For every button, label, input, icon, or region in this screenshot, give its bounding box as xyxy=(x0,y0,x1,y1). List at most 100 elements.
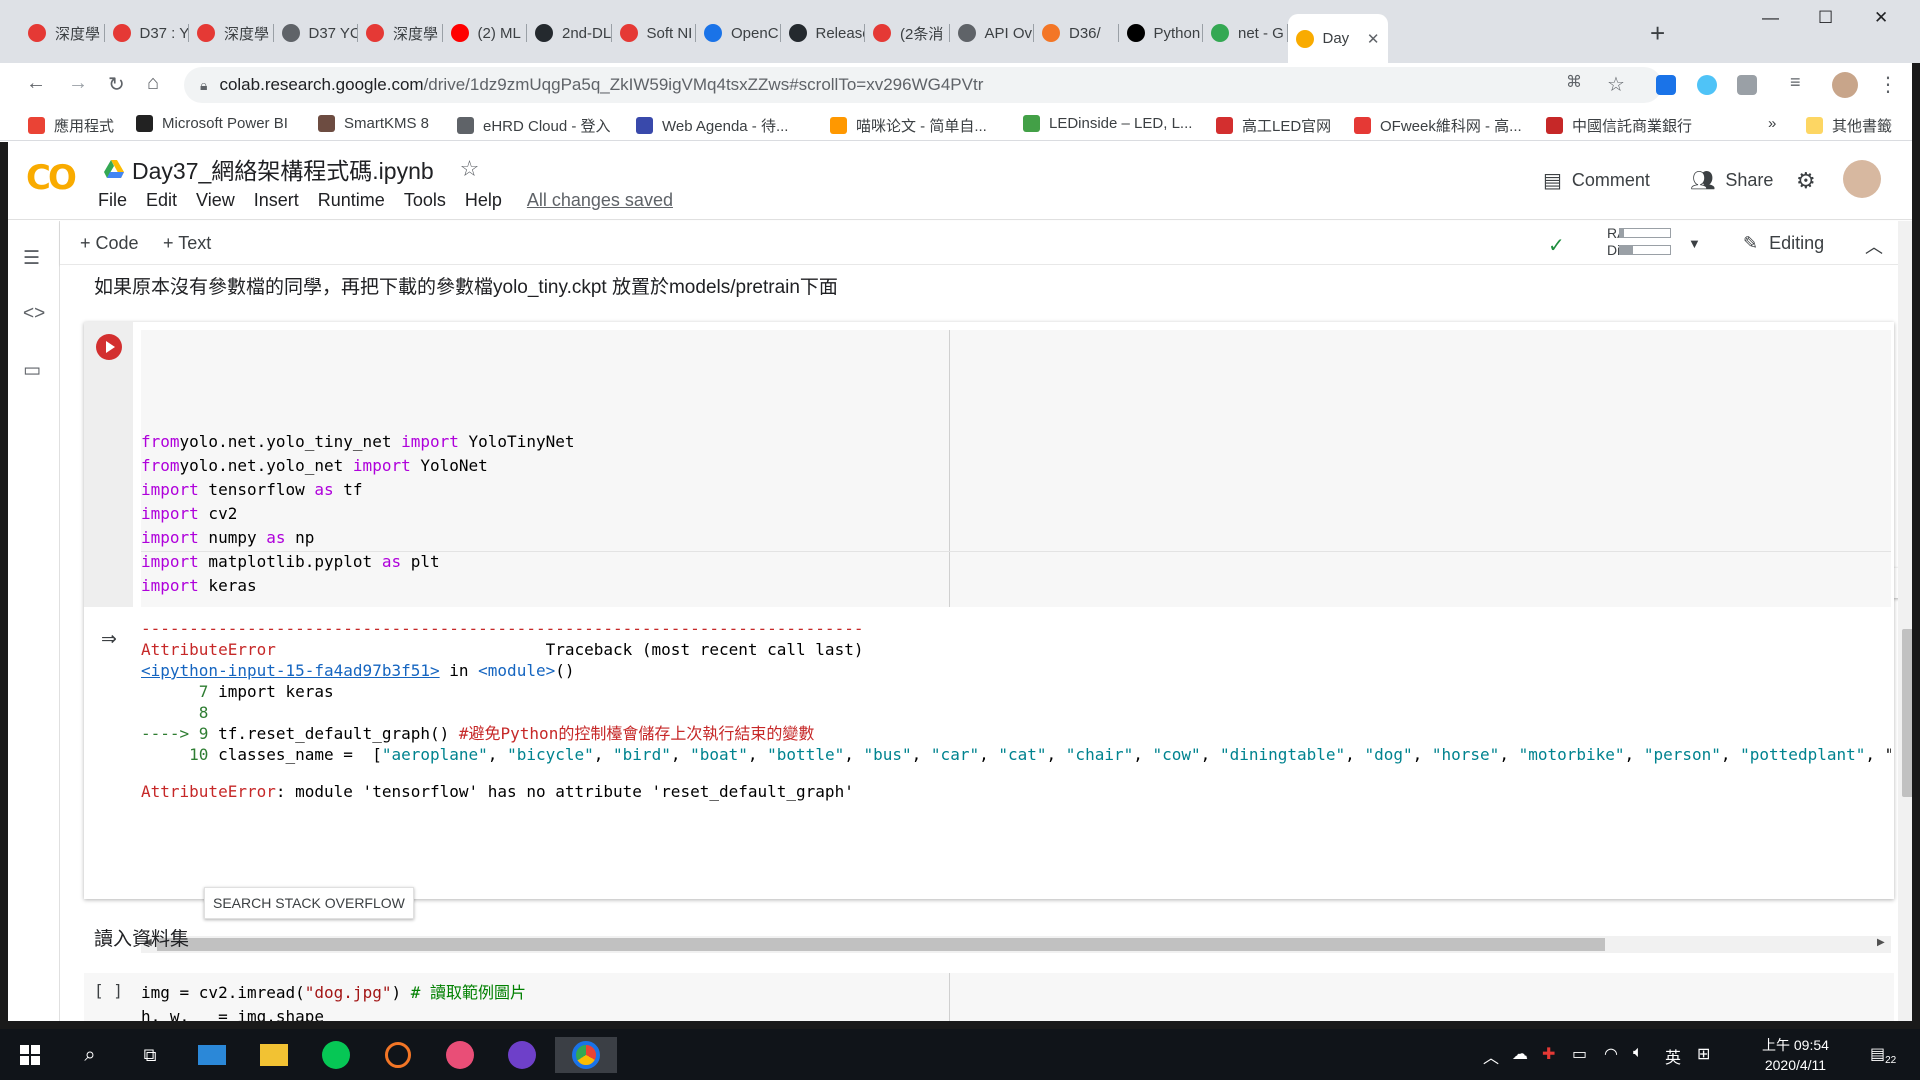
reload-icon[interactable]: ↻ xyxy=(108,72,125,97)
menu-file[interactable]: File xyxy=(98,190,127,211)
translate-icon[interactable]: ⌘ xyxy=(1566,72,1582,92)
output-redirect-icon[interactable]: ⇒ xyxy=(101,628,117,651)
add-text-button[interactable]: + Text xyxy=(163,233,211,254)
ime-indicator[interactable]: 英 xyxy=(1665,1044,1681,1068)
bookmark-item[interactable]: LEDinside – LED, L... xyxy=(1023,115,1192,132)
editing-mode-button[interactable]: ✎ Editing xyxy=(1743,233,1824,254)
output-horizontal-scrollbar[interactable]: ◀ ▶ xyxy=(141,936,1891,953)
browser-tab[interactable]: 深度學 xyxy=(358,16,443,50)
close-tab-icon[interactable]: ✕ xyxy=(1361,30,1380,48)
bookmark-star-icon[interactable]: ☆ xyxy=(1607,72,1625,97)
code-cell[interactable]: fromyolo.net.yolo_tiny_net import YoloTi… xyxy=(84,322,1894,953)
save-status-link[interactable]: All changes saved xyxy=(527,190,673,211)
battery-icon[interactable]: ▭ xyxy=(1572,1044,1587,1064)
reading-list-icon[interactable]: ≡ xyxy=(1790,72,1801,93)
run-cell-button[interactable] xyxy=(96,334,122,360)
browser-tab[interactable]: D36/ xyxy=(1034,16,1119,50)
maximize-icon[interactable]: ☐ xyxy=(1818,8,1833,28)
bookmark-item[interactable]: 喵咪论文 - 简单自... xyxy=(830,115,987,136)
menu-runtime[interactable]: Runtime xyxy=(318,190,385,211)
markdown-cell-top[interactable]: 如果原本沒有參數檔的同學，再把下載的參數檔yolo_tiny.ckpt 放置於m… xyxy=(94,272,838,299)
colab-logo[interactable]: CO xyxy=(26,158,77,198)
new-tab-button[interactable]: + xyxy=(1650,18,1665,49)
browser-tab[interactable]: D37 YC xyxy=(274,16,358,50)
drive-ext-icon[interactable] xyxy=(1737,75,1757,95)
browser-tab[interactable]: API Ov xyxy=(950,16,1034,50)
scroll-right-icon[interactable]: ▶ xyxy=(1877,937,1885,948)
bookmark-item[interactable]: 中國信託商業銀行 xyxy=(1546,115,1692,136)
code-snippets-icon[interactable]: <> xyxy=(23,303,45,325)
itunes-icon[interactable] xyxy=(442,1037,478,1073)
profile-avatar[interactable] xyxy=(1832,72,1858,98)
menu-view[interactable]: View xyxy=(196,190,235,211)
menu-tools[interactable]: Tools xyxy=(404,190,446,211)
extension-icon[interactable] xyxy=(1656,75,1676,95)
line-icon[interactable] xyxy=(318,1037,354,1073)
task-view-icon[interactable]: ⧉ xyxy=(132,1037,168,1073)
browser-tab[interactable]: (2) ML xyxy=(443,16,527,50)
minimize-icon[interactable]: — xyxy=(1762,8,1779,28)
browser-tab[interactable]: Release xyxy=(781,16,865,50)
cell-exec-bracket[interactable]: [ ] xyxy=(94,981,123,1000)
forward-icon[interactable]: → xyxy=(68,72,88,95)
browser-tab[interactable]: D37 : Y xyxy=(105,16,189,50)
collapse-header-icon[interactable]: ︿ xyxy=(1865,233,1883,259)
star-icon[interactable]: ☆ xyxy=(460,156,480,182)
comment-button[interactable]: ▤ Comment xyxy=(1543,168,1650,193)
bookmark-item[interactable]: 應用程式 xyxy=(28,115,114,136)
markdown-cell-bottom[interactable]: 讀入資料集 xyxy=(94,924,189,951)
file-explorer-icon[interactable] xyxy=(256,1037,292,1073)
bookmarks-more[interactable]: » xyxy=(1768,115,1776,132)
search-icon[interactable]: ⌕ xyxy=(72,1037,108,1073)
browser-tab[interactable]: 深度學 xyxy=(189,16,274,50)
files-folder-icon[interactable]: ▭ xyxy=(23,359,41,382)
browser-tab[interactable]: Soft NI xyxy=(612,16,696,50)
scrollbar-thumb[interactable] xyxy=(157,938,1605,951)
wifi-icon[interactable]: ◠ xyxy=(1604,1044,1618,1064)
menu-edit[interactable]: Edit xyxy=(146,190,177,211)
github-desktop-icon[interactable] xyxy=(504,1037,540,1073)
other-bookmarks[interactable]: 其他書籤 xyxy=(1806,115,1892,136)
back-icon[interactable]: ← xyxy=(26,72,46,95)
menu-insert[interactable]: Insert xyxy=(254,190,299,211)
address-bar[interactable]: 🔒︎ colab.research.google.com/drive/1dz9z… xyxy=(184,67,1662,103)
jupyter-icon[interactable] xyxy=(380,1037,416,1073)
runtime-dropdown-icon[interactable]: ▼ xyxy=(1688,236,1701,251)
bookmark-item[interactable]: 高工LED官网 xyxy=(1216,115,1331,136)
code-editor-2[interactable]: img = cv2.imread("dog.jpg") # 讀取範例圖片 h, w… xyxy=(141,981,526,1021)
action-center-icon[interactable]: ▤22 xyxy=(1870,1044,1896,1066)
mail-icon[interactable] xyxy=(194,1037,230,1073)
bookmark-item[interactable]: OFweek維科网 - 高... xyxy=(1354,115,1522,136)
onedrive-icon[interactable] xyxy=(1697,75,1717,95)
bookmark-item[interactable]: Web Agenda - 待... xyxy=(636,115,788,136)
table-of-contents-icon[interactable]: ☰ xyxy=(23,247,40,270)
share-button[interactable]: 👥︎ Share xyxy=(1690,168,1773,193)
onedrive-tray-icon[interactable]: ☁ xyxy=(1512,1044,1528,1064)
browser-tab[interactable]: (2条消 xyxy=(865,16,950,50)
ime-mode-icon[interactable]: ⊞ xyxy=(1697,1044,1710,1064)
browser-tab[interactable]: 2nd-DL xyxy=(527,16,612,50)
settings-gear-icon[interactable]: ⚙ xyxy=(1796,168,1816,194)
add-code-button[interactable]: + Code xyxy=(80,233,139,254)
search-stack-overflow-button[interactable]: SEARCH STACK OVERFLOW xyxy=(204,887,414,919)
traceback-link[interactable]: <ipython-input-15-fa4ad97b3f51> xyxy=(141,661,440,680)
menu-help[interactable]: Help xyxy=(465,190,502,211)
antivirus-tray-icon[interactable]: ✚ xyxy=(1542,1044,1555,1064)
chrome-taskbar-icon[interactable] xyxy=(555,1037,617,1073)
code-cell-2[interactable]: [ ] img = cv2.imread("dog.jpg") # 讀取範例圖片… xyxy=(84,973,1894,1021)
windows-start-icon[interactable] xyxy=(12,1037,48,1073)
tray-chevron-icon[interactable]: ︿ xyxy=(1483,1044,1499,1068)
browser-tab[interactable]: 深度學 xyxy=(20,16,105,50)
bookmark-item[interactable]: eHRD Cloud - 登入 xyxy=(457,115,611,136)
bookmark-item[interactable]: Microsoft Power BI xyxy=(136,115,288,132)
browser-tab[interactable]: Python xyxy=(1119,16,1203,50)
user-avatar[interactable] xyxy=(1843,160,1881,198)
volume-icon[interactable]: 🔈︎ xyxy=(1633,1044,1643,1062)
browser-tab[interactable]: Day ✕ xyxy=(1287,14,1388,63)
browser-tab[interactable]: net - G xyxy=(1203,16,1288,50)
system-clock[interactable]: 上午 09:54 2020/4/11 xyxy=(1762,1035,1829,1075)
code-editor[interactable]: fromyolo.net.yolo_tiny_net import YoloTi… xyxy=(141,330,1891,607)
bookmark-item[interactable]: SmartKMS 8 xyxy=(318,115,429,132)
browser-tab[interactable]: OpenC xyxy=(696,16,781,50)
close-window-icon[interactable]: ✕ xyxy=(1874,8,1888,28)
